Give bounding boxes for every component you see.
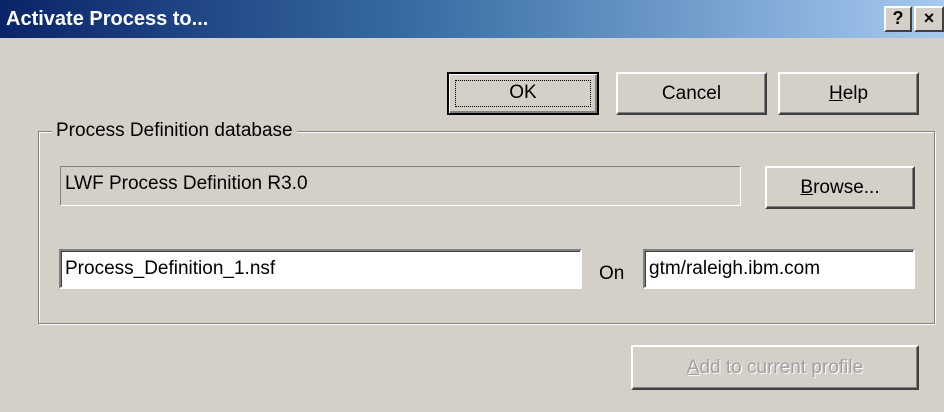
ok-button[interactable]: OK [447,72,599,115]
filename-input[interactable] [59,249,582,289]
help-button[interactable]: Help [778,72,919,115]
title-bar[interactable]: Activate Process to... ? × [0,0,944,38]
cancel-button-label: Cancel [661,83,722,104]
server-input[interactable] [643,249,915,289]
ok-button-label: OK [509,82,537,103]
help-icon[interactable]: ? [884,6,912,32]
activate-process-dialog: Activate Process to... ? × OK Cancel Hel… [0,0,944,412]
on-label: On [599,263,625,284]
template-name-display: LWF Process Definition R3.0 [60,166,741,206]
browse-button-label: Browse... [800,177,880,198]
window-title: Activate Process to... [6,8,209,30]
groupbox-label: Process Definition database [52,120,297,142]
add-to-current-profile-label: Add to current profile [686,357,864,378]
process-definition-groupbox [38,131,935,324]
cancel-button[interactable]: Cancel [616,72,767,115]
close-icon[interactable]: × [914,6,944,32]
browse-button[interactable]: Browse... [765,166,915,209]
help-button-label: Help [828,83,869,104]
add-to-current-profile-button[interactable]: Add to current profile [631,345,919,390]
